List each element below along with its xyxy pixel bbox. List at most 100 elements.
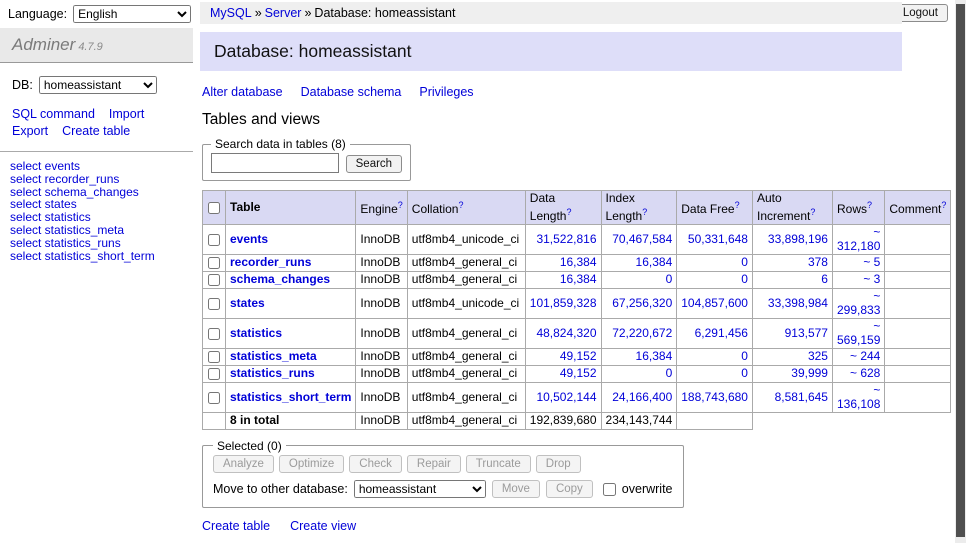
sidebar-table-link[interactable]: select statistics_short_term [10, 250, 183, 263]
auto-increment-link[interactable]: 39,999 [791, 366, 828, 380]
auto-increment-link[interactable]: 33,898,196 [768, 232, 828, 246]
search-button[interactable]: Search [346, 155, 402, 173]
move-button[interactable]: Move [492, 480, 540, 498]
index-length-link[interactable]: 67,256,320 [612, 296, 672, 310]
row-checkbox[interactable] [208, 257, 220, 269]
sidebar-action-link[interactable]: Import [109, 107, 144, 121]
vertical-scrollbar[interactable] [955, 0, 966, 543]
database-nav-link[interactable]: Privileges [419, 85, 473, 99]
data-free-link[interactable]: 0 [741, 272, 748, 286]
index-length-link[interactable]: 24,166,400 [612, 390, 672, 404]
index-length-link[interactable]: 70,467,584 [612, 232, 672, 246]
bulk-action-button[interactable]: Truncate [466, 455, 531, 473]
auto-increment-link[interactable]: 6 [821, 272, 828, 286]
sidebar-action-link[interactable]: SQL command [12, 107, 95, 121]
row-checkbox[interactable] [208, 328, 220, 340]
data-length-link[interactable]: 31,522,816 [536, 232, 596, 246]
overwrite-checkbox[interactable] [603, 483, 616, 496]
select-all-checkbox[interactable] [208, 202, 220, 214]
create-link[interactable]: Create view [290, 519, 356, 533]
sidebar-table-link[interactable]: select recorder_runs [10, 173, 183, 186]
index-length-link[interactable]: 16,384 [636, 255, 673, 269]
data-free-link[interactable]: 188,743,680 [681, 390, 748, 404]
rows-link[interactable]: ~ 5 [863, 255, 880, 269]
column-help-link[interactable]: ? [867, 200, 872, 210]
index-length-link[interactable]: 72,220,672 [612, 326, 672, 340]
search-input[interactable] [211, 153, 339, 173]
column-help-link[interactable]: ? [398, 200, 403, 210]
rows-link[interactable]: ~ 244 [850, 349, 880, 363]
column-help-link[interactable]: ? [810, 207, 815, 217]
column-help-link[interactable]: ? [566, 207, 571, 217]
row-checkbox[interactable] [208, 298, 220, 310]
index-length-link[interactable]: 0 [666, 366, 673, 380]
data-free-link[interactable]: 0 [741, 366, 748, 380]
index-length-link[interactable]: 16,384 [636, 349, 673, 363]
sidebar-table-link[interactable]: select events [10, 160, 183, 173]
table-link[interactable]: events [230, 232, 268, 246]
table-link[interactable]: statistics [230, 326, 282, 340]
table-link[interactable]: states [230, 296, 265, 310]
auto-increment-link[interactable]: 33,398,984 [768, 296, 828, 310]
data-free-link[interactable]: 0 [741, 255, 748, 269]
bulk-action-button[interactable]: Drop [536, 455, 581, 473]
move-db-select[interactable]: homeassistant [354, 480, 486, 498]
overwrite-option[interactable]: overwrite [599, 480, 673, 499]
bulk-action-button[interactable]: Analyze [213, 455, 274, 473]
auto-increment-link[interactable]: 8,581,645 [775, 390, 828, 404]
rows-link[interactable]: ~ 312,180 [837, 225, 880, 253]
rows-link[interactable]: ~ 3 [863, 272, 880, 286]
db-select[interactable]: homeassistant [39, 76, 157, 94]
sidebar-table-link[interactable]: select statistics_meta [10, 224, 183, 237]
app-name[interactable]: Adminer [12, 35, 75, 54]
table-link[interactable]: recorder_runs [230, 255, 311, 269]
data-free-link[interactable]: 6,291,456 [695, 326, 748, 340]
scrollbar-thumb[interactable] [956, 4, 965, 537]
column-help-link[interactable]: ? [642, 207, 647, 217]
data-length-link[interactable]: 16,384 [560, 272, 597, 286]
rows-link[interactable]: ~ 136,108 [837, 383, 880, 411]
column-help-link[interactable]: ? [941, 200, 946, 210]
auto-increment-link[interactable]: 325 [808, 349, 828, 363]
table-link[interactable]: statistics_runs [230, 366, 315, 380]
sidebar-table-link[interactable]: select statistics_runs [10, 237, 183, 250]
rows-link[interactable]: ~ 299,833 [837, 289, 880, 317]
data-length-link[interactable]: 101,859,328 [530, 296, 597, 310]
data-length-link[interactable]: 49,152 [560, 366, 597, 380]
database-nav-link[interactable]: Alter database [202, 85, 283, 99]
bulk-action-button[interactable]: Check [349, 455, 402, 473]
database-nav-link[interactable]: Database schema [301, 85, 402, 99]
comment-cell [885, 349, 951, 366]
language-select[interactable]: English [73, 5, 191, 23]
copy-button[interactable]: Copy [546, 480, 593, 498]
rows-link[interactable]: ~ 628 [850, 366, 880, 380]
breadcrumb-server-link[interactable]: Server [265, 6, 302, 20]
row-checkbox[interactable] [208, 234, 220, 246]
rows-link[interactable]: ~ 569,159 [837, 319, 880, 347]
data-length-link[interactable]: 48,824,320 [536, 326, 596, 340]
table-link[interactable]: schema_changes [230, 272, 330, 286]
column-help-link[interactable]: ? [735, 200, 740, 210]
data-free-link[interactable]: 0 [741, 349, 748, 363]
column-help-link[interactable]: ? [458, 200, 463, 210]
row-checkbox[interactable] [208, 351, 220, 363]
bulk-action-button[interactable]: Optimize [279, 455, 344, 473]
create-link[interactable]: Create table [202, 519, 270, 533]
data-length-link[interactable]: 16,384 [560, 255, 597, 269]
data-free-link[interactable]: 50,331,648 [688, 232, 748, 246]
data-free-link[interactable]: 104,857,600 [681, 296, 748, 310]
index-length-link[interactable]: 0 [666, 272, 673, 286]
breadcrumb-mysql-link[interactable]: MySQL [210, 6, 252, 20]
row-checkbox[interactable] [208, 392, 220, 404]
auto-increment-link[interactable]: 913,577 [785, 326, 828, 340]
data-length-link[interactable]: 49,152 [560, 349, 597, 363]
table-link[interactable]: statistics_short_term [230, 390, 351, 404]
sidebar-action-link[interactable]: Export [12, 124, 48, 138]
sidebar-action-link[interactable]: Create table [62, 124, 130, 138]
row-checkbox[interactable] [208, 274, 220, 286]
bulk-action-button[interactable]: Repair [407, 455, 461, 473]
auto-increment-link[interactable]: 378 [808, 255, 828, 269]
row-checkbox[interactable] [208, 368, 220, 380]
data-length-link[interactable]: 10,502,144 [536, 390, 596, 404]
table-link[interactable]: statistics_meta [230, 349, 317, 363]
